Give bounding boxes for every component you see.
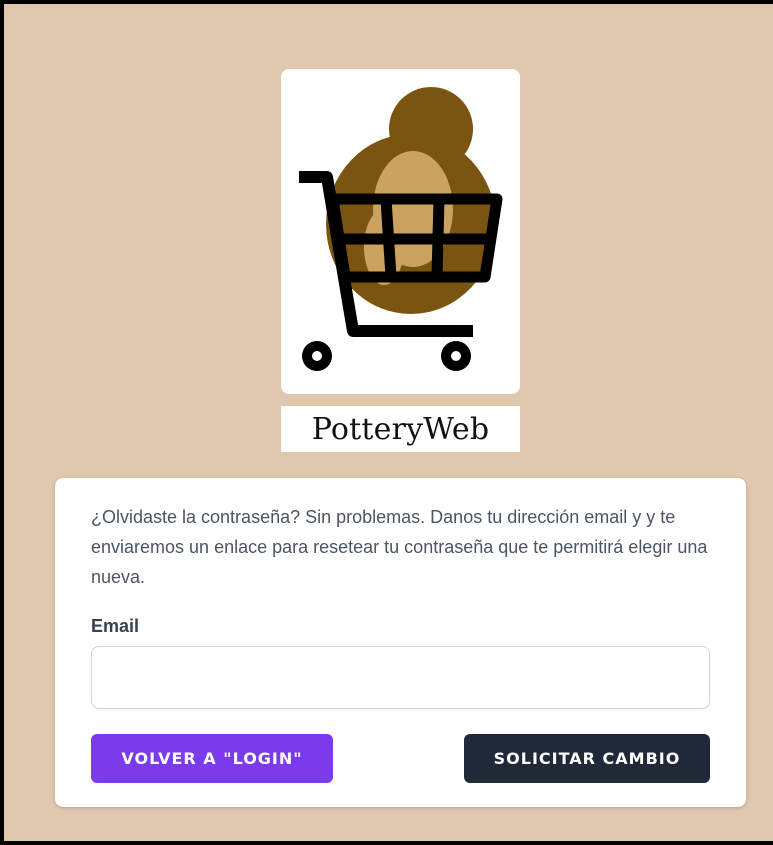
email-label: Email — [91, 616, 140, 636]
instructions-text: ¿Olvidaste la contraseña? Sin problemas.… — [91, 507, 708, 587]
logo — [281, 69, 520, 394]
shopping-cart-logo-icon — [299, 87, 503, 371]
page-background: PotteryWeb ¿Olvidaste la contraseña? Sin… — [0, 0, 773, 845]
email-input[interactable] — [91, 646, 710, 709]
request-change-button[interactable]: SOLICITAR CAMBIO — [464, 734, 710, 783]
forgot-password-card: ¿Olvidaste la contraseña? Sin problemas.… — [55, 478, 746, 807]
back-to-login-button[interactable]: VOLVER A "LOGIN" — [91, 734, 333, 783]
brand-name: PotteryWeb — [311, 411, 490, 447]
brand-box: PotteryWeb — [281, 406, 520, 452]
